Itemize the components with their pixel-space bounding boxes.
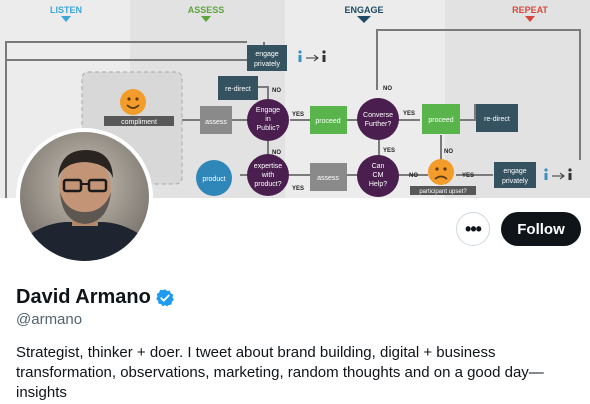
stage-listen: LISTEN — [50, 5, 82, 15]
svg-text:Public?: Public? — [257, 125, 280, 132]
svg-text:Converse: Converse — [363, 112, 393, 119]
avatar-photo — [20, 132, 149, 261]
profile-avatar[interactable] — [16, 128, 153, 265]
stage-engage: ENGAGE — [344, 5, 383, 15]
svg-text:re-direct: re-direct — [484, 116, 510, 123]
svg-text:YES: YES — [462, 173, 474, 179]
profile-bio: Strategist, thinker + doer. I tweet abou… — [16, 344, 544, 401]
svg-text:engage: engage — [255, 51, 278, 58]
svg-text:NO: NO — [409, 173, 418, 179]
svg-text:Engage: Engage — [256, 107, 280, 114]
svg-text:Can: Can — [372, 163, 385, 170]
stage-assess: ASSESS — [188, 5, 225, 15]
svg-text:YES: YES — [292, 186, 304, 192]
verified-badge-icon[interactable] — [155, 288, 175, 308]
svg-text:CM: CM — [373, 172, 384, 179]
svg-text:YES: YES — [383, 148, 395, 154]
node-redirect-1: re-direct — [225, 86, 251, 93]
svg-text:Help?: Help? — [369, 181, 387, 188]
follow-button-label: Follow — [517, 220, 565, 238]
svg-text:product?: product? — [254, 181, 281, 188]
display-name: David Armano — [16, 286, 151, 308]
svg-text:privately: privately — [502, 178, 529, 185]
svg-text:YES: YES — [292, 112, 304, 118]
svg-text:NO: NO — [383, 86, 392, 92]
svg-text:in: in — [265, 116, 271, 123]
node-compliment: compliment — [121, 119, 157, 126]
node-assess-1: assess — [205, 119, 227, 126]
svg-text:expertise: expertise — [254, 163, 283, 170]
svg-text:privately: privately — [254, 61, 281, 68]
profile-name-row: David Armano — [16, 286, 175, 309]
svg-text:NO: NO — [272, 88, 281, 94]
svg-text:proceed: proceed — [315, 118, 340, 125]
svg-text:Further?: Further? — [365, 121, 392, 128]
svg-text:YES: YES — [403, 111, 415, 117]
svg-text:engage: engage — [503, 168, 526, 175]
svg-text:assess: assess — [317, 175, 339, 182]
svg-text:proceed: proceed — [428, 117, 453, 124]
profile-handle: @armano — [16, 311, 83, 328]
svg-text:product: product — [202, 176, 225, 183]
more-options-button[interactable]: ••• — [456, 212, 490, 246]
svg-text:participant upset?: participant upset? — [419, 189, 467, 195]
svg-text:with: with — [261, 172, 275, 179]
follow-button[interactable]: Follow — [501, 212, 581, 246]
stage-repeat: REPEAT — [512, 5, 548, 15]
more-options-icon: ••• — [465, 218, 482, 239]
svg-text:NO: NO — [444, 149, 453, 155]
